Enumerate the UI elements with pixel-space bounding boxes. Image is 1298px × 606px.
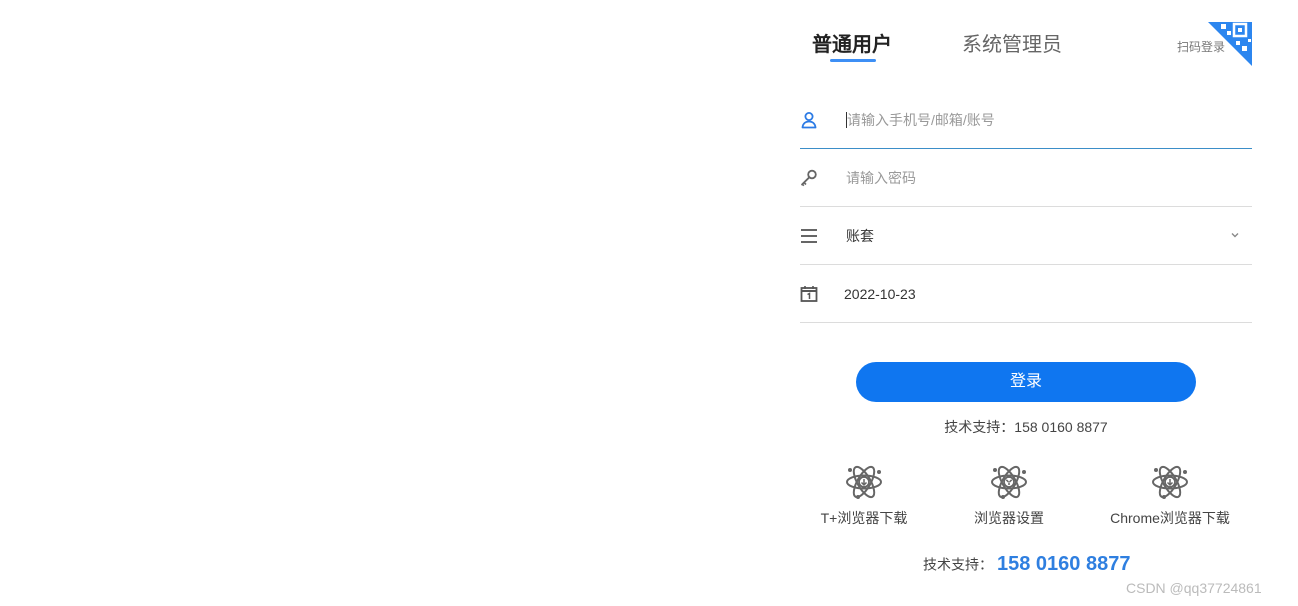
menu-icon xyxy=(801,229,817,243)
t-plus-browser-download[interactable]: T+浏览器下载 xyxy=(794,460,934,528)
download-label: T+浏览器下载 xyxy=(820,510,908,526)
ledger-select[interactable]: 账套 xyxy=(800,206,1252,265)
tech-support-phone: 158 0160 8877 xyxy=(997,553,1131,575)
account-input[interactable]: 请输入手机号/邮箱/账号 xyxy=(847,111,995,129)
password-input[interactable]: 请输入密码 xyxy=(846,169,916,187)
tab-normal-user[interactable]: 普通用户 xyxy=(812,32,892,58)
atom-download-icon xyxy=(846,465,882,499)
calendar-icon xyxy=(800,286,818,302)
date-value: 2022-10-23 xyxy=(844,286,916,302)
tab-system-admin[interactable]: 系统管理员 xyxy=(962,32,1062,58)
download-label: Chrome浏览器下载 xyxy=(1110,510,1230,526)
login-panel: 普通用户 系统管理员 扫码登录 请输入手机号/邮箱/账号 请输入密码 账套 20… xyxy=(798,0,1254,606)
chevron-down-icon[interactable] xyxy=(1228,228,1242,242)
chrome-browser-download[interactable]: Chrome浏览器下载 xyxy=(1100,460,1240,528)
tech-support-footer: 技术支持： 158 0160 8877 xyxy=(923,553,1130,576)
browser-settings[interactable]: 浏览器设置 xyxy=(939,460,1079,528)
date-field[interactable]: 2022-10-23 xyxy=(800,264,1252,323)
watermark: CSDN @qq37724861 xyxy=(1126,580,1262,596)
account-field[interactable]: 请输入手机号/邮箱/账号 xyxy=(800,90,1252,149)
password-field[interactable]: 请输入密码 xyxy=(800,148,1252,207)
user-icon xyxy=(801,112,817,129)
tab-active-underline xyxy=(830,59,876,62)
qr-code-icon[interactable] xyxy=(1208,22,1252,66)
atom-download-icon xyxy=(1152,465,1188,499)
tech-support-text: 技术支持：158 0160 8877 xyxy=(944,419,1108,435)
tech-support-label: 技术支持： xyxy=(923,556,993,573)
atom-settings-icon xyxy=(991,465,1027,499)
key-icon xyxy=(801,169,817,187)
login-button[interactable]: 登录 xyxy=(856,362,1196,402)
download-label: 浏览器设置 xyxy=(974,510,1044,526)
ledger-value: 账套 xyxy=(846,228,874,244)
